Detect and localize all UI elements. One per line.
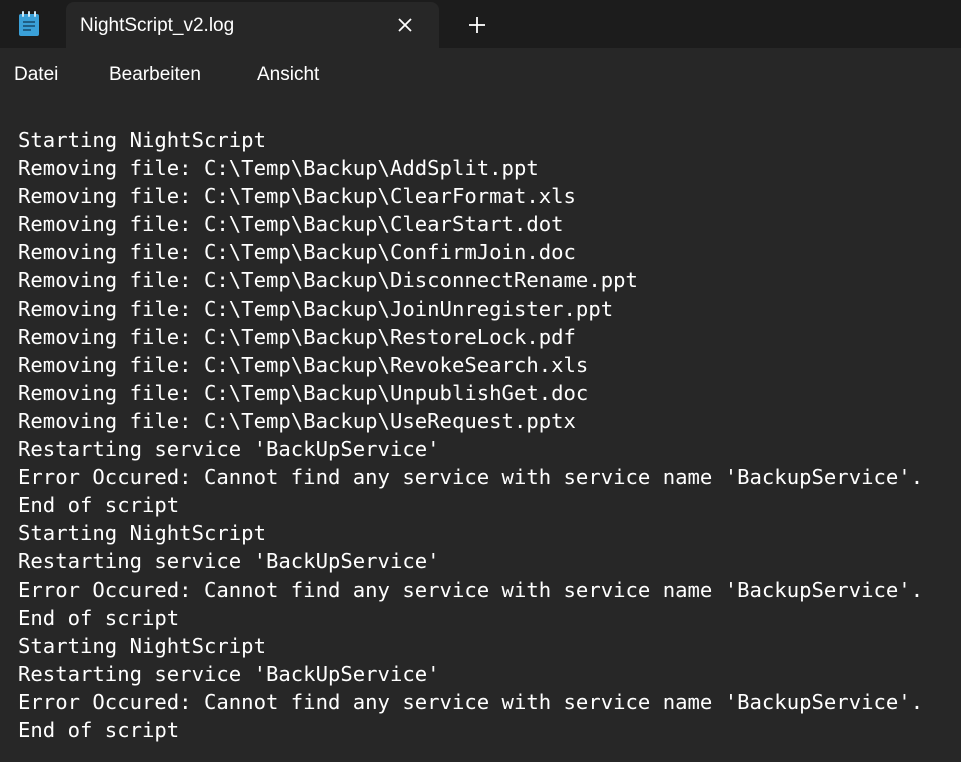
log-line: Starting NightScript bbox=[18, 521, 266, 546]
text-editor[interactable]: Starting NightScript Removing file: C:\Te… bbox=[0, 100, 961, 762]
log-line: Error Occured: Cannot find any service w… bbox=[18, 577, 924, 602]
log-line: Restarting service 'BackUpService' bbox=[18, 549, 440, 574]
log-line: Removing file: C:\Temp\Backup\UnpublishG… bbox=[18, 380, 589, 405]
log-line: Removing file: C:\Temp\Backup\ConfirmJoi… bbox=[18, 240, 576, 265]
tab-title: NightScript_v2.log bbox=[80, 15, 235, 36]
log-line: Error Occured: Cannot find any service w… bbox=[18, 465, 924, 490]
log-line: Removing file: C:\Temp\Backup\AddSplit.p… bbox=[18, 156, 539, 181]
log-line: Error Occured: Cannot find any service w… bbox=[18, 689, 924, 714]
notepad-window: NightScript_v2.log Datei Bearbeiten Ansi… bbox=[0, 0, 961, 762]
notepad-icon bbox=[18, 11, 40, 37]
log-line: Restarting service 'BackUpService' bbox=[18, 437, 440, 462]
tab-nightscript-log[interactable]: NightScript_v2.log bbox=[66, 2, 439, 48]
menu-item-ansicht[interactable]: Ansicht bbox=[257, 64, 319, 86]
plus-icon[interactable] bbox=[462, 10, 492, 40]
log-line: Starting NightScript bbox=[18, 128, 266, 152]
close-icon[interactable] bbox=[391, 11, 419, 39]
log-line: Removing file: C:\Temp\Backup\RevokeSear… bbox=[18, 352, 589, 377]
log-content: Starting NightScript Removing file: C:\Te… bbox=[18, 126, 923, 744]
title-bar: NightScript_v2.log bbox=[0, 0, 961, 48]
log-line: Removing file: C:\Temp\Backup\RestoreLoc… bbox=[18, 324, 576, 349]
log-line: Removing file: C:\Temp\Backup\JoinUnregi… bbox=[18, 296, 614, 321]
log-line: Removing file: C:\Temp\Backup\ClearForma… bbox=[18, 184, 576, 209]
menu-item-datei[interactable]: Datei bbox=[14, 64, 58, 86]
menu-bar: Datei Bearbeiten Ansicht bbox=[0, 48, 961, 100]
log-line: Restarting service 'BackUpService' bbox=[18, 661, 440, 686]
log-line: Removing file: C:\Temp\Backup\UseRequest… bbox=[18, 408, 576, 433]
log-line: End of script bbox=[18, 717, 180, 742]
log-line: End of script bbox=[18, 605, 180, 630]
log-line: End of script bbox=[18, 493, 180, 518]
log-line: Removing file: C:\Temp\Backup\ClearStart… bbox=[18, 212, 564, 237]
log-line: Starting NightScript bbox=[18, 633, 266, 658]
log-line: Removing file: C:\Temp\Backup\Disconnect… bbox=[18, 268, 638, 293]
menu-item-bearbeiten[interactable]: Bearbeiten bbox=[109, 64, 201, 86]
